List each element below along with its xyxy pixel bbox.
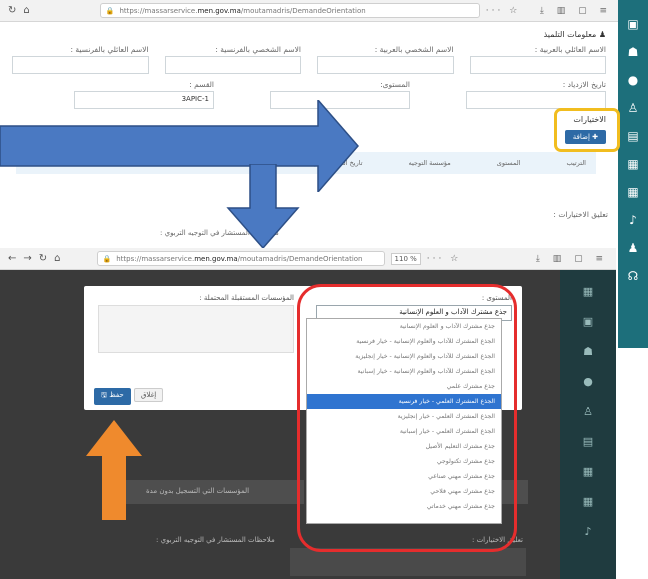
reload-icon[interactable]: ↻ — [39, 253, 47, 264]
calendar-icon[interactable]: ▤ — [625, 128, 641, 144]
col-header: مؤسسة التوجيه — [408, 159, 451, 167]
calendar-icon: ▤ — [582, 435, 594, 448]
book-icon[interactable]: ▣ — [625, 16, 641, 32]
reload-icon[interactable]: ↻ — [8, 5, 16, 16]
back-icon[interactable]: ← — [8, 253, 16, 264]
user-icon[interactable]: ♟ — [625, 240, 641, 256]
browser-toolbar-bottom: ← → ↻ ⌂ 🔒 https://massarservice.men.gov.… — [0, 248, 616, 270]
browser-toolbar-top: ↻ ⌂ 🔒 https://massarservice.men.gov.ma/m… — [0, 0, 620, 22]
circle-icon[interactable]: ● — [625, 72, 641, 88]
person-icon[interactable]: ♙ — [625, 100, 641, 116]
up-arrow-annotation — [86, 420, 142, 520]
document-icon: ▦ — [582, 465, 594, 478]
headset-icon[interactable]: ☊ — [625, 268, 641, 284]
field-label: الاسم الشخصي بالعربية : — [374, 45, 454, 54]
bell-icon: ♪ — [584, 525, 592, 538]
page-actions[interactable]: ··· ☆ — [427, 254, 462, 264]
counselor-notes-label-bottom: ملاحظات المستشار في التوجيه التربوي : — [156, 536, 275, 544]
lastname-ar-field[interactable] — [469, 56, 606, 74]
users-icon[interactable]: ☗ — [625, 44, 641, 60]
right-arrow-annotation — [0, 100, 359, 192]
list-icon: ▦ — [582, 495, 594, 508]
list-icon[interactable]: ▦ — [625, 184, 641, 200]
down-arrow-annotation — [226, 164, 300, 250]
url-bar[interactable]: 🔒 https://massarservice.men.gov.ma/mouta… — [96, 251, 385, 266]
app-sidebar: ▣ ☗ ● ♙ ▤ ▦ ▦ ♪ ♟ ☊ — [618, 0, 648, 348]
institutions-list[interactable] — [98, 305, 294, 353]
col-header: المستوى — [496, 159, 521, 167]
person-icon: ♙ — [583, 405, 593, 418]
field-label: المستوى: — [380, 80, 410, 89]
field-label: الاسم العائلي بالعربية : — [534, 45, 606, 54]
section-title-student: ♟ معلومات التلميذ — [543, 30, 606, 39]
institutions-field: المؤسسات المستقبلة المحتملة : — [98, 294, 294, 353]
lock-icon: 🔒 — [105, 6, 115, 15]
field-label: تاريخ الازدياد : — [562, 80, 606, 89]
birth-date-field[interactable] — [466, 91, 606, 109]
institutions-strip-label: المؤسسات التي التسجيل بدون مدة — [146, 487, 250, 495]
close-button[interactable]: إغلاق — [134, 388, 164, 402]
nav-buttons: ← → ↻ ⌂ — [0, 253, 69, 264]
firstname-ar-field[interactable] — [317, 56, 454, 74]
comments-label: تعليق الاختيارات : — [553, 210, 608, 219]
home-icon[interactable]: ⌂ — [23, 5, 29, 16]
dimmed-sidebar: ▦ ▣ ☗ ● ♙ ▤ ▦ ▦ ♪ — [560, 270, 616, 579]
col-header: الترتيب — [566, 159, 587, 167]
lastname-fr-field[interactable] — [12, 56, 149, 74]
nav-buttons: ↻ ⌂ — [0, 5, 38, 16]
grid-icon: ▦ — [582, 285, 594, 298]
circle-icon: ● — [583, 375, 593, 388]
highlight-dropdown — [297, 284, 517, 552]
lock-icon: 🔒 — [102, 254, 112, 263]
document-icon[interactable]: ▦ — [625, 156, 641, 172]
name-fields-row: الاسم العائلي بالعربية : الاسم الشخصي با… — [12, 45, 606, 74]
field-label: الاسم الشخصي بالفرنسية : — [215, 45, 301, 54]
forward-icon[interactable]: → — [23, 253, 31, 264]
book-icon: ▣ — [582, 315, 594, 328]
field-label: القسم : — [189, 80, 214, 89]
browser-tools[interactable]: ⤓ ▥ ▢ ≡ — [540, 6, 612, 16]
users-icon: ☗ — [583, 345, 593, 358]
bell-icon[interactable]: ♪ — [625, 212, 641, 228]
field-label: الاسم العائلي بالفرنسية : — [70, 45, 149, 54]
page-actions[interactable]: ··· ☆ — [486, 6, 521, 16]
url-bar[interactable]: 🔒 https://massarservice.men.gov.ma/mouta… — [99, 3, 480, 18]
home-icon[interactable]: ⌂ — [54, 253, 60, 264]
browser-tools[interactable]: ⤓ ▥ ▢ ≡ — [536, 254, 608, 264]
firstname-fr-field[interactable] — [164, 56, 301, 74]
zoom-level[interactable]: 110 % — [390, 252, 421, 265]
institutions-label: المؤسسات المستقبلة المحتملة : — [199, 294, 294, 302]
comments-textarea[interactable] — [290, 548, 526, 576]
highlight-add-button — [554, 108, 620, 152]
save-button[interactable]: 🖫 حفظ — [94, 388, 131, 405]
